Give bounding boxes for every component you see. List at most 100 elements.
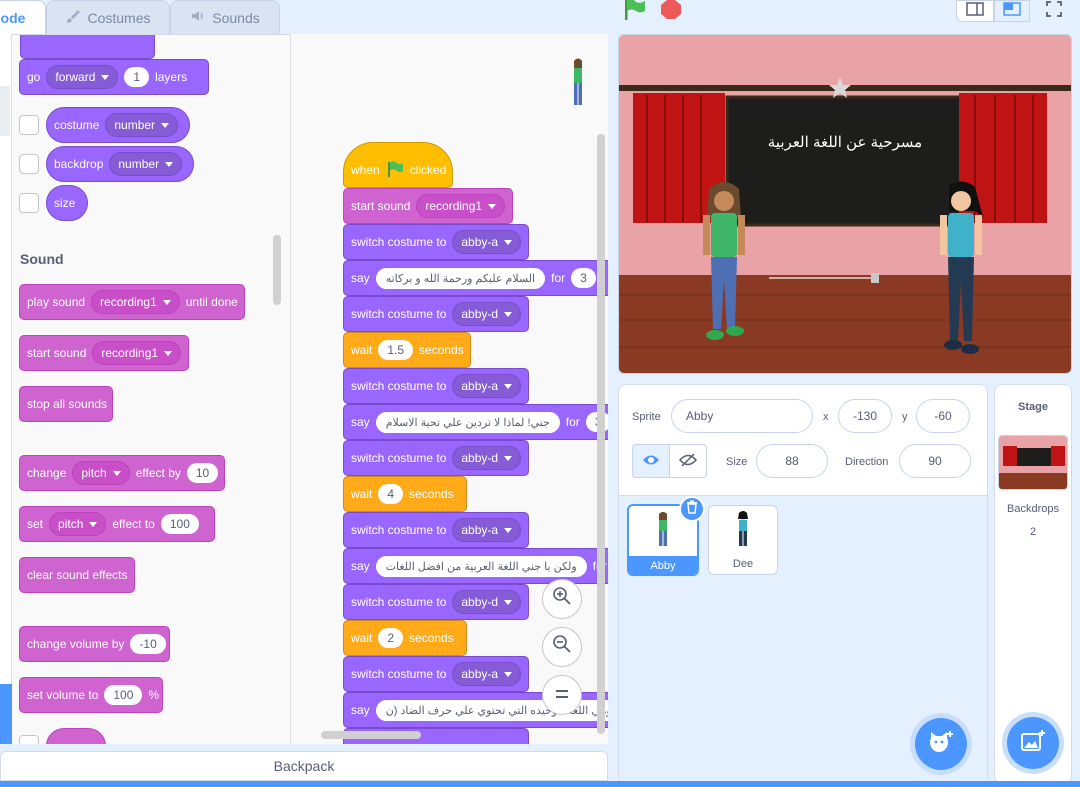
wait-input-3[interactable]: 2 [378, 628, 404, 648]
block-palette[interactable]: go forward 1 layers costume number backd… [0, 34, 290, 744]
change-volume-input[interactable]: -10 [130, 634, 166, 654]
play-sound-dropdown[interactable]: recording1 [91, 290, 180, 314]
workspace-horizontal-scrollbar[interactable] [321, 731, 421, 739]
start-sound-dropdown[interactable]: recording1 [92, 341, 182, 365]
set-effect-dropdown[interactable]: pitch [49, 512, 107, 536]
choose-sprite-button[interactable] [915, 718, 967, 770]
backdrop-checkbox[interactable] [19, 154, 39, 174]
when-flag-clicked-block[interactable]: when clicked [343, 142, 453, 188]
set-volume-input[interactable]: 100 [104, 685, 143, 705]
x-input[interactable]: -130 [838, 399, 892, 433]
backpack-bar[interactable]: Backpack [0, 751, 608, 781]
fullscreen-button[interactable] [1040, 0, 1068, 22]
stage[interactable]: مسرحية عن اللغة العربية [618, 34, 1072, 374]
change-effect-dropdown[interactable]: pitch [72, 461, 130, 485]
tab-code[interactable]: ode [0, 0, 46, 34]
wait-block-2[interactable]: wait 4 seconds [343, 476, 467, 512]
stage-selector-panel[interactable]: Stage Backdrops 2 [994, 384, 1072, 784]
script-workspace[interactable]: when clicked start sound recording1 swit… [290, 34, 608, 744]
start-sound-label: start sound [27, 346, 87, 360]
backdrop-reporter-dropdown[interactable]: number [109, 152, 183, 176]
sprite-tile-dee[interactable]: Dee [708, 505, 778, 575]
wait-input-2[interactable]: 4 [378, 484, 404, 504]
say-text-input-2[interactable]: جني! لماذا لا تردين علي تحية الاسلام [375, 411, 560, 433]
zoom-out-button[interactable] [542, 627, 582, 667]
costume-dropdown-6[interactable]: abby-d [452, 590, 522, 614]
delete-sprite-button[interactable] [679, 496, 705, 522]
size-reporter[interactable]: size [46, 185, 88, 221]
change-volume-block[interactable]: change volume by -10 [19, 626, 170, 662]
choose-backdrop-button[interactable] [1007, 717, 1059, 769]
switch-costume-block-4[interactable]: switch costume to abby-d [343, 440, 529, 476]
costume-reporter-dropdown[interactable]: number [105, 113, 179, 137]
start-sound-block[interactable]: start sound recording1 [19, 335, 189, 371]
direction-input[interactable]: 90 [899, 444, 971, 478]
wait-block-1[interactable]: wait 1.5 seconds [343, 332, 471, 368]
say-text-input-3[interactable]: ولكن يا جني اللغة العربية من افضل اللغات [375, 555, 587, 577]
change-effect-input[interactable]: 10 [186, 463, 219, 483]
costume-reporter[interactable]: costume number [46, 107, 190, 143]
costume-dropdown-3[interactable]: abby-a [452, 374, 522, 398]
costume-dropdown-5[interactable]: abby-a [452, 518, 522, 542]
say-for-block-3[interactable]: say ولكن يا جني اللغة العربية من افضل ال… [343, 548, 608, 584]
switch-costume-block-3[interactable]: switch costume to abby-a [343, 368, 529, 404]
switch-costume-block-5[interactable]: switch costume to abby-a [343, 512, 529, 548]
set-volume-block[interactable]: set volume to 100 % [19, 677, 163, 713]
say-for-block-1[interactable]: say السلام عليكم ورحمة الله و بركاته for… [343, 260, 608, 296]
say-for-block-2[interactable]: say جني! لماذا لا تردين علي تحية الاسلام… [343, 404, 608, 440]
say-text-input-1[interactable]: السلام عليكم ورحمة الله و بركاته [375, 267, 546, 289]
large-stage-button[interactable] [994, 0, 1030, 22]
set-effect-input[interactable]: 100 [160, 514, 199, 534]
backdrops-label: Backdrops [1007, 503, 1059, 515]
costume-dropdown-7[interactable]: abby-a [452, 662, 522, 686]
say-seconds-input-1[interactable]: 3 [571, 268, 596, 288]
switch-costume-block-2[interactable]: switch costume to abby-d [343, 296, 529, 332]
layer-direction-dropdown[interactable]: forward [46, 65, 119, 89]
script-start-sound-block[interactable]: start sound recording1 [343, 188, 513, 224]
clear-sound-effects-block[interactable]: clear sound effects [19, 557, 135, 593]
layer-count-input[interactable]: 1 [124, 67, 150, 87]
tab-sounds[interactable]: Sounds [170, 0, 280, 34]
show-sprite-button[interactable] [632, 444, 670, 478]
backdrop-reporter[interactable]: backdrop number [46, 146, 194, 182]
sprite-name-input[interactable]: Abby [671, 399, 813, 433]
small-stage-button[interactable] [956, 0, 994, 22]
workspace-vertical-scrollbar[interactable] [597, 134, 605, 734]
costume-checkbox[interactable] [19, 115, 39, 135]
size-checkbox[interactable] [19, 193, 39, 213]
change-effect-block[interactable]: change pitch effect by 10 [19, 455, 225, 491]
volume-checkbox[interactable] [19, 735, 39, 744]
clear-sound-effects-label: clear sound effects [27, 568, 128, 582]
tab-costumes[interactable]: Costumes [46, 0, 170, 34]
green-flag-icon[interactable] [624, 0, 646, 20]
palette-block-partial[interactable] [20, 35, 155, 59]
zoom-reset-button[interactable] [542, 675, 582, 715]
switch-costume-block-7[interactable]: switch costume to abby-a [343, 656, 529, 692]
costume-dropdown-2[interactable]: abby-d [452, 302, 522, 326]
play-sound-value: recording1 [100, 295, 157, 309]
hide-sprite-button[interactable] [669, 444, 707, 478]
go-layers-block[interactable]: go forward 1 layers [19, 59, 209, 95]
category-extension-button[interactable] [0, 684, 12, 744]
y-input[interactable]: -60 [916, 399, 970, 433]
palette-scrollbar[interactable] [273, 235, 281, 305]
switch-costume-block-6[interactable]: switch costume to abby-d [343, 584, 529, 620]
abby-sprite[interactable] [699, 179, 749, 349]
set-effect-block[interactable]: set pitch effect to 100 [19, 506, 215, 542]
tab-costumes-label: Costumes [87, 9, 151, 26]
clicked-label: clicked [409, 163, 447, 177]
switch-costume-block-1[interactable]: switch costume to abby-a [343, 224, 529, 260]
volume-reporter-partial[interactable] [46, 728, 106, 744]
script-start-sound-dropdown[interactable]: recording1 [416, 194, 506, 218]
wait-block-3[interactable]: wait 2 seconds [343, 620, 467, 656]
size-input[interactable]: 88 [756, 444, 828, 478]
stop-icon[interactable] [660, 0, 682, 20]
stop-all-sounds-block[interactable]: stop all sounds [19, 386, 113, 422]
dee-sprite[interactable] [937, 181, 985, 357]
costume-dropdown-4[interactable]: abby-d [452, 446, 522, 470]
wait-input-1[interactable]: 1.5 [378, 340, 414, 360]
play-sound-until-done-block[interactable]: play sound recording1 until done [19, 284, 245, 320]
seconds-label-1: seconds [419, 343, 464, 357]
zoom-in-button[interactable] [542, 579, 582, 619]
costume-dropdown-1[interactable]: abby-a [452, 230, 522, 254]
